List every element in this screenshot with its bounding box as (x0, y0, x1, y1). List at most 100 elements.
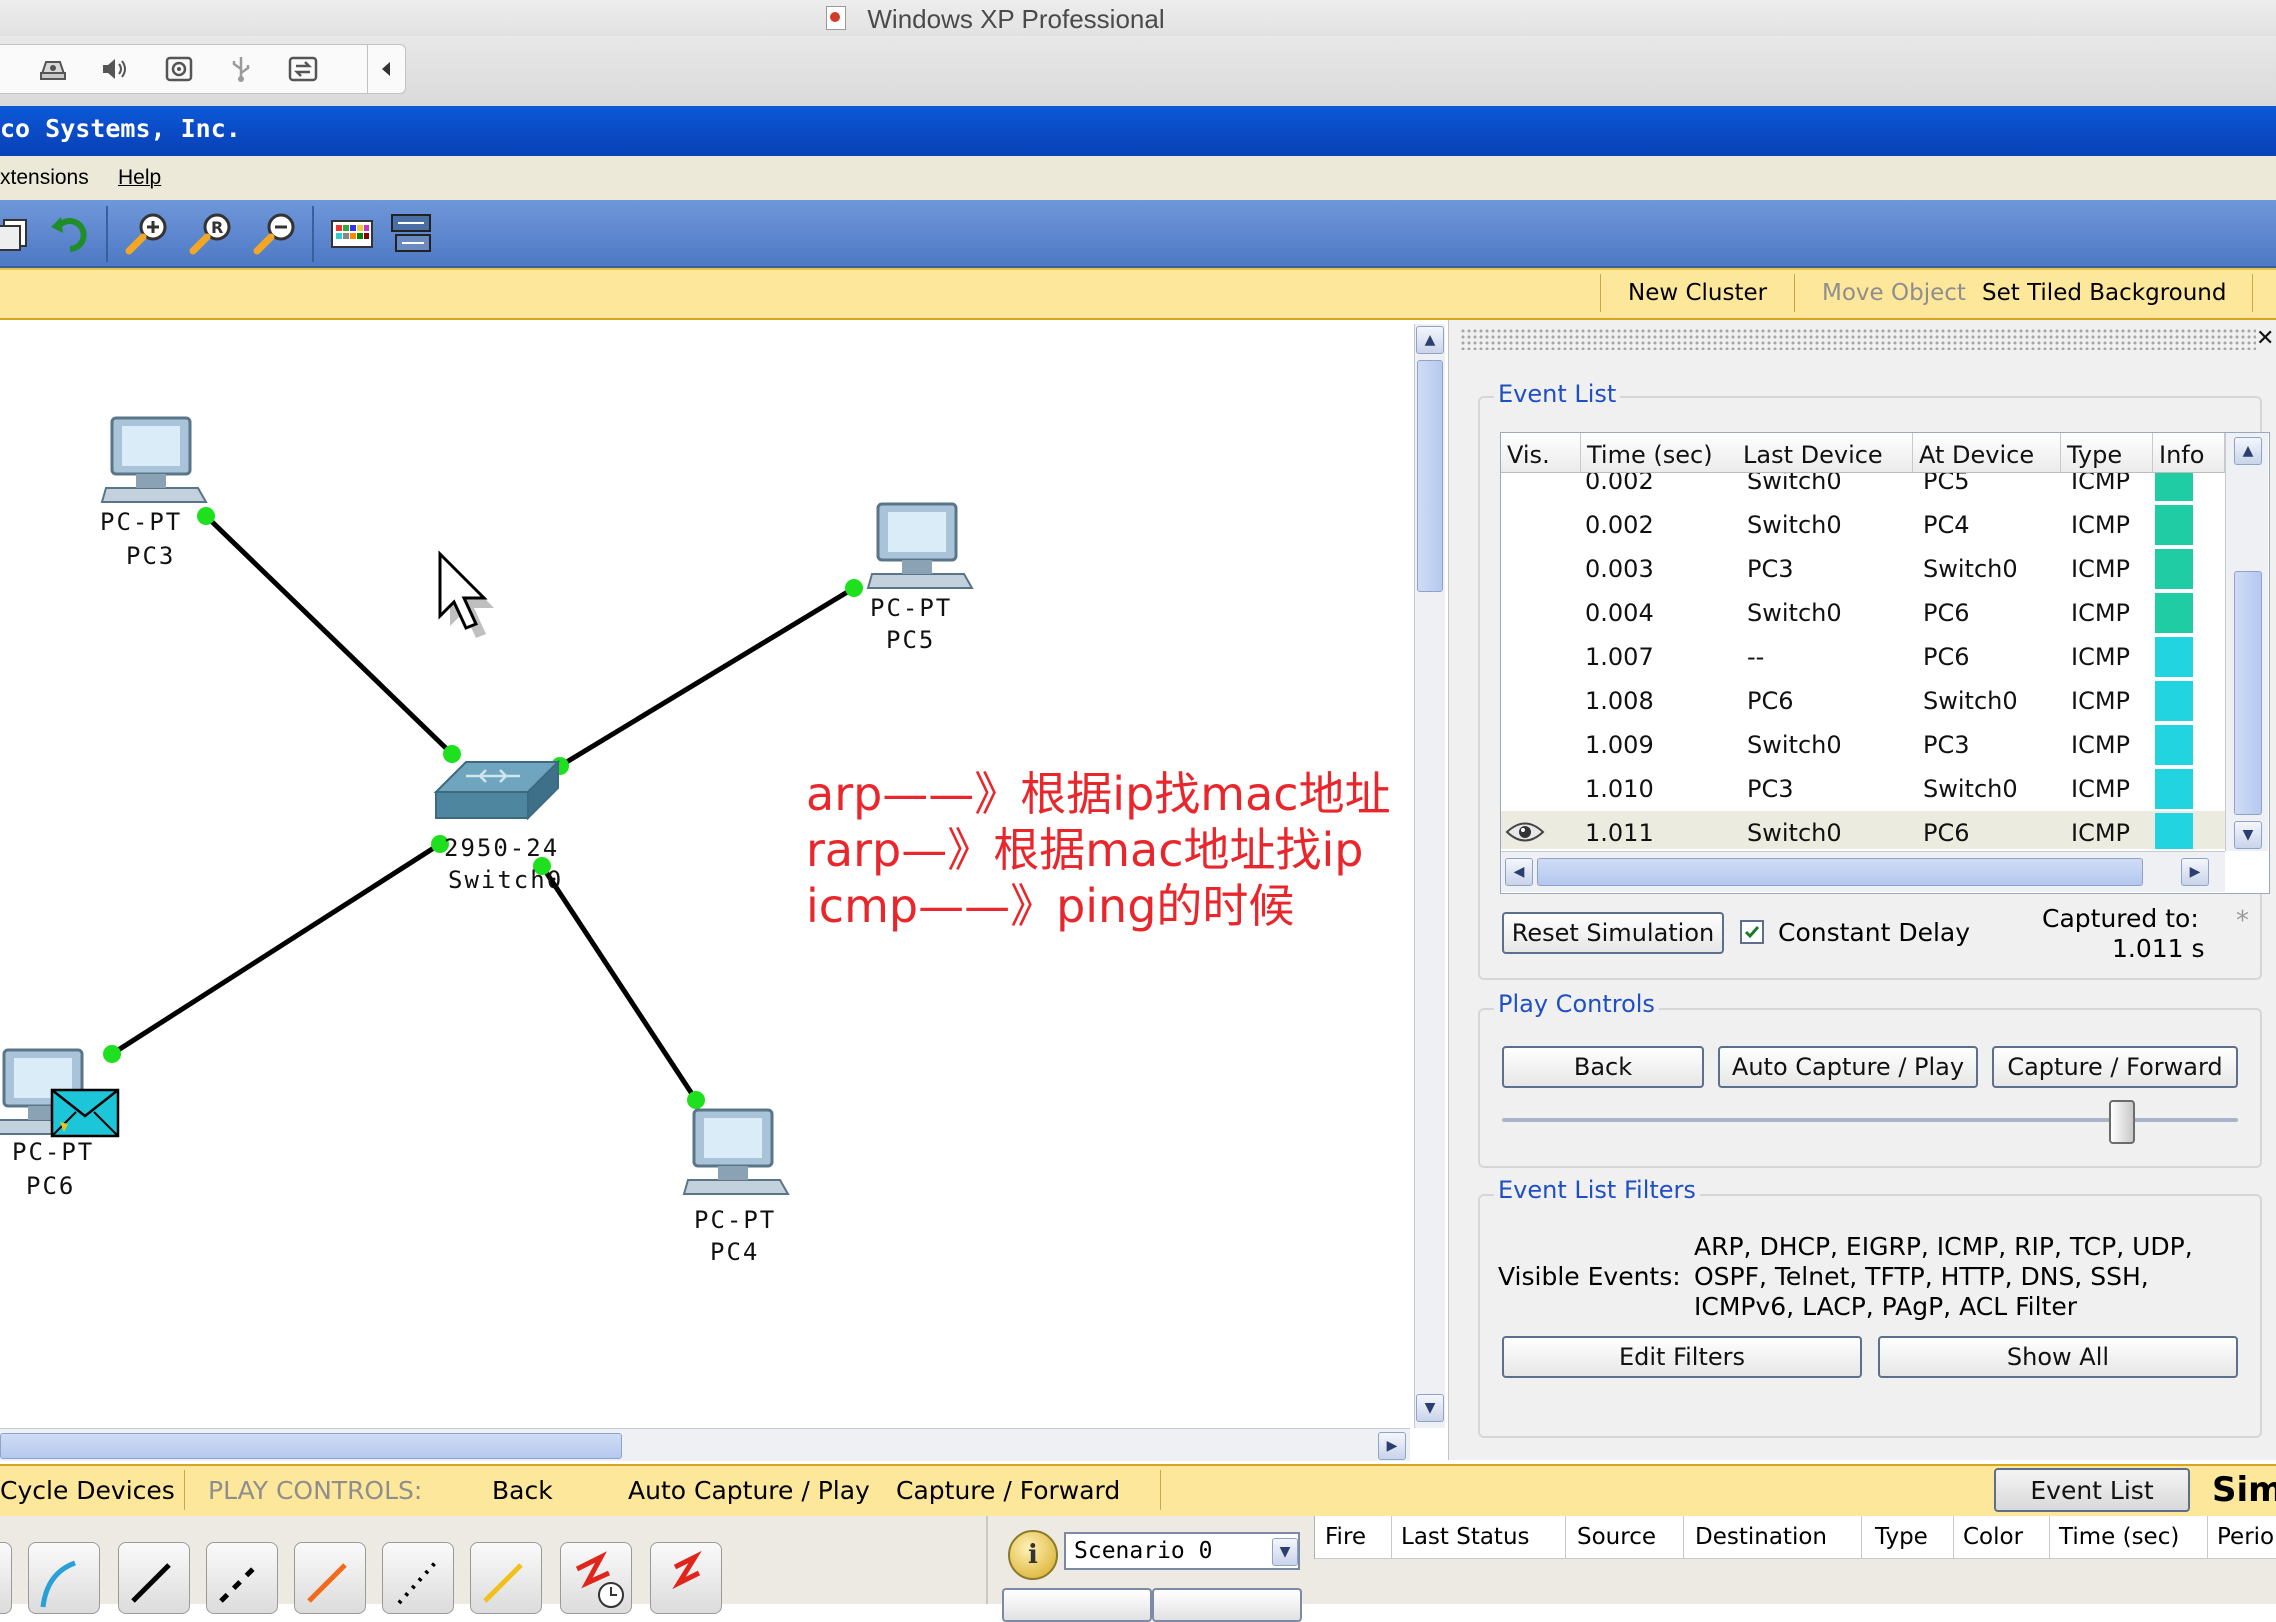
info-icon[interactable]: i (1008, 1530, 1058, 1580)
back-button[interactable]: Back (1502, 1046, 1704, 1088)
event-list-toggle-button[interactable]: Event List (1994, 1468, 2190, 1512)
usb-icon[interactable] (223, 53, 259, 85)
speaker-icon[interactable] (97, 53, 133, 85)
col-color[interactable]: Color (1963, 1524, 2023, 1550)
scroll-left-icon[interactable]: ◀ (1505, 858, 1533, 886)
fiber-cable-icon[interactable] (294, 1542, 366, 1614)
crossover-cable-icon[interactable] (206, 1542, 278, 1614)
col-periodic[interactable]: Perio (2217, 1524, 2274, 1550)
col-last-status[interactable]: Last Status (1401, 1524, 1530, 1550)
event-info-color-swatch[interactable] (2155, 473, 2193, 501)
event-row[interactable]: 1.007 -- PC6 ICMP (1501, 635, 2225, 679)
scroll-up-icon[interactable]: ▲ (1416, 326, 1444, 354)
col-type[interactable]: Type (1875, 1524, 1928, 1550)
hard-disk-icon[interactable] (35, 53, 71, 85)
event-info-color-swatch[interactable] (2155, 593, 2193, 633)
new-cluster-button[interactable]: New Cluster (1628, 280, 1767, 306)
scroll-down-icon[interactable]: ▼ (1416, 1394, 1444, 1422)
scroll-right-icon[interactable]: ▶ (1378, 1432, 1406, 1460)
event-row[interactable]: 1.010 PC3 Switch0 ICMP (1501, 767, 2225, 811)
event-info-color-swatch[interactable] (2155, 681, 2193, 721)
event-list-hscroll[interactable]: ◀ ▶ (1501, 851, 2225, 892)
chevron-down-icon[interactable]: ▼ (1272, 1538, 1298, 1566)
event-info-color-swatch[interactable] (2155, 725, 2193, 765)
logical-workspace[interactable]: PC-PT PC3 PC-PT PC5 2950-24 Switch0 PC-P… (0, 320, 1414, 1428)
col-separator (1683, 1516, 1684, 1558)
scroll-right-icon[interactable]: ▶ (2181, 858, 2209, 886)
scenario-select[interactable]: Scenario 0 ▼ (1064, 1532, 1300, 1570)
auto-capture-play-button[interactable]: Auto Capture / Play (1718, 1046, 1978, 1088)
menu-help[interactable]: Help (118, 166, 161, 190)
phone-cable-icon[interactable] (382, 1542, 454, 1614)
bottom-back-button[interactable]: Back (492, 1476, 553, 1505)
scroll-down-icon[interactable]: ▼ (2234, 821, 2262, 849)
reset-simulation-button[interactable]: Reset Simulation (1502, 912, 1724, 954)
custom-device-icon[interactable] (386, 208, 438, 260)
move-object-button[interactable]: Move Object (1822, 280, 1966, 306)
coaxial-cable-icon[interactable] (470, 1542, 542, 1614)
event-row[interactable]: 1.009 Switch0 PC3 ICMP (1501, 723, 2225, 767)
event-info-color-swatch[interactable] (2155, 637, 2193, 677)
link-light (197, 507, 215, 525)
edit-filters-button[interactable]: Edit Filters (1502, 1336, 1862, 1378)
delete-scenario-button[interactable] (1152, 1588, 1302, 1622)
serial-dte-clock-icon[interactable] (560, 1542, 632, 1614)
col-destination[interactable]: Destination (1695, 1524, 1827, 1550)
panel-close-icon[interactable]: ✕ (2256, 326, 2274, 351)
camera-icon[interactable] (161, 53, 197, 85)
col-time-sec[interactable]: Time (sec) (2059, 1524, 2179, 1550)
show-all-button[interactable]: Show All (1878, 1336, 2238, 1378)
scroll-thumb[interactable] (1537, 858, 2143, 886)
scroll-thumb[interactable] (2234, 571, 2262, 815)
workspace-vertical-scrollbar[interactable]: ▲ ▼ (1414, 324, 1445, 1428)
straight-through-cable-icon[interactable] (118, 1542, 190, 1614)
event-info-color-swatch[interactable] (2155, 769, 2193, 809)
col-info[interactable]: Info (2153, 433, 2225, 473)
simulation-mode-tab[interactable]: Sim (2212, 1470, 2276, 1510)
event-row[interactable]: 1.011 Switch0 PC6 ICMP (1501, 811, 2225, 849)
new-scenario-button[interactable] (1002, 1588, 1152, 1622)
palette-icon[interactable] (326, 208, 378, 260)
tool-left-edge[interactable] (0, 1542, 12, 1614)
copy-icon[interactable] (0, 208, 38, 260)
workspace-horizontal-scrollbar[interactable]: ▶ (0, 1428, 1410, 1461)
serial-dte-cable-icon[interactable] (650, 1542, 722, 1614)
undo-icon[interactable] (44, 208, 96, 260)
event-info-color-swatch[interactable] (2155, 549, 2193, 589)
event-row[interactable]: 0.002 Switch0 PC5 ICMP (1501, 473, 2225, 503)
collapse-toolbar-icon[interactable] (367, 45, 404, 93)
col-fire[interactable]: Fire (1325, 1524, 1366, 1550)
constant-delay-checkbox[interactable] (1740, 920, 1764, 944)
capture-forward-button[interactable]: Capture / Forward (1992, 1046, 2238, 1088)
event-row[interactable]: 1.008 PC6 Switch0 ICMP (1501, 679, 2225, 723)
event-row[interactable]: 0.004 Switch0 PC6 ICMP (1501, 591, 2225, 635)
zoom-reset-icon[interactable]: R (186, 208, 238, 260)
bottom-auto-capture-button[interactable]: Auto Capture / Play (628, 1476, 870, 1505)
event-info-color-swatch[interactable] (2155, 505, 2193, 545)
col-source[interactable]: Source (1577, 1524, 1656, 1550)
bottom-capture-forward-button[interactable]: Capture / Forward (896, 1476, 1120, 1505)
col-vis[interactable]: Vis. (1501, 433, 1581, 473)
event-last-device: Switch0 (1747, 511, 1842, 539)
zoom-in-icon[interactable] (122, 208, 174, 260)
scroll-thumb[interactable] (1417, 360, 1443, 592)
set-tiled-background-button[interactable]: Set Tiled Background (1982, 280, 2226, 306)
visible-events-label: Visible Events: (1498, 1262, 1681, 1291)
menu-extensions[interactable]: xtensions (0, 166, 89, 190)
speed-slider-thumb[interactable] (2108, 1100, 2135, 1144)
zoom-out-icon[interactable] (250, 208, 302, 260)
event-row[interactable]: 0.003 PC3 Switch0 ICMP (1501, 547, 2225, 591)
scroll-thumb[interactable] (0, 1433, 622, 1459)
col-last-device[interactable]: Last Device (1737, 433, 1913, 473)
event-row[interactable]: 0.002 Switch0 PC4 ICMP (1501, 503, 2225, 547)
scroll-up-icon[interactable]: ▲ (2234, 437, 2262, 465)
serial-dce-connection-icon[interactable] (28, 1542, 100, 1614)
event-list-vscroll[interactable]: ▲ ▼ (2225, 433, 2268, 851)
network-switch-icon[interactable] (285, 53, 321, 85)
col-at-device[interactable]: At Device (1913, 433, 2061, 473)
col-type[interactable]: Type (2061, 433, 2153, 473)
link-light (845, 579, 863, 597)
event-info-color-swatch[interactable] (2155, 813, 2193, 849)
panel-grip[interactable] (1460, 328, 2256, 350)
cycle-devices-button[interactable]: Cycle Devices (0, 1476, 175, 1505)
